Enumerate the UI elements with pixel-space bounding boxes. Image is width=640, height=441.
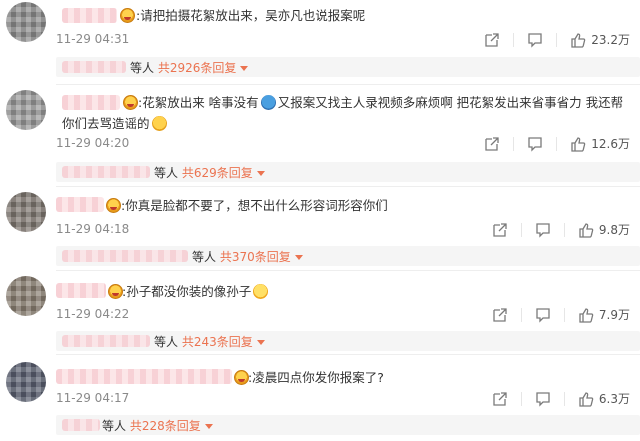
reply-text: 等人 共243条回复 — [154, 333, 265, 350]
divider — [56, 186, 640, 187]
share-icon[interactable] — [492, 222, 508, 238]
chevron-down-icon — [204, 424, 213, 429]
divider — [556, 136, 558, 151]
thumbs-up-icon — [571, 32, 586, 48]
reply-users-blurred — [62, 250, 188, 262]
avatar[interactable] — [6, 2, 46, 42]
share-icon[interactable] — [492, 391, 508, 407]
emoji-icon — [151, 116, 167, 131]
comment-text: :凌晨四点你发你报案了? — [248, 370, 384, 385]
comment-icon[interactable] — [535, 222, 551, 238]
reply-count-link[interactable]: 共2926条回复 — [158, 61, 237, 75]
comment-text: :花絮放出来 啥事没有 又报案又找主人录视频多麻烦啊 把花絮发出来省事省力 我还帮… — [62, 95, 624, 131]
like-count: 6.3万 — [598, 392, 630, 406]
comment-text: :请把拍摄花絮放出来，吴亦凡也说报案呢 — [136, 8, 366, 23]
reply-users-blurred — [62, 419, 100, 431]
like-count: 9.8万 — [598, 223, 630, 237]
divider — [563, 222, 565, 237]
thumbs-up-icon — [579, 307, 594, 323]
like-button[interactable]: 23.2万 — [570, 31, 630, 48]
vip-badge-icon — [108, 284, 123, 299]
vip-badge-icon — [234, 370, 249, 385]
thumbs-up-icon — [579, 222, 594, 238]
divider — [520, 307, 522, 322]
like-button[interactable]: 12.6万 — [570, 135, 630, 152]
username-blurred[interactable] — [56, 197, 104, 212]
like-count: 23.2万 — [591, 33, 630, 47]
reply-summary[interactable]: 等人 共243条回复 — [56, 331, 640, 351]
avatar[interactable] — [6, 362, 46, 402]
like-button[interactable]: 7.9万 — [578, 306, 630, 323]
reply-summary[interactable]: 等人 共228条回复 — [56, 415, 640, 435]
comment-time: 11-29 04:18 — [56, 222, 130, 236]
like-count: 7.9万 — [598, 308, 630, 322]
comment-actions: 7.9万 — [492, 306, 630, 323]
reply-summary[interactable]: 等人 共370条回复 — [56, 246, 640, 266]
comment-time: 11-29 04:20 — [56, 136, 130, 150]
thumbs-up-icon — [571, 136, 586, 152]
reply-count-link[interactable]: 共243条回复 — [182, 335, 253, 349]
divider — [556, 32, 558, 47]
reply-count-link[interactable]: 共629条回复 — [182, 166, 253, 180]
divider — [563, 391, 565, 406]
share-icon[interactable] — [484, 32, 500, 48]
reply-users-blurred — [62, 61, 126, 73]
like-button[interactable]: 9.8万 — [578, 221, 630, 238]
reply-count-link[interactable]: 共370条回复 — [220, 250, 291, 264]
divider — [513, 32, 515, 47]
comment-text: :你真是脸都不要了，想不出什么形容词形容你们 — [121, 198, 388, 213]
emoji-icon — [260, 95, 276, 110]
comment-actions: 9.8万 — [492, 221, 630, 238]
chevron-down-icon — [256, 171, 265, 176]
reply-users-blurred — [62, 166, 150, 178]
chevron-down-icon — [256, 340, 265, 345]
thumbs-up-icon — [579, 391, 594, 407]
comment-icon[interactable] — [527, 32, 543, 48]
reply-text: 等人 共228条回复 — [102, 417, 213, 434]
like-count: 12.6万 — [591, 137, 630, 151]
divider — [513, 136, 515, 151]
comment-actions: 6.3万 — [492, 390, 630, 407]
avatar[interactable] — [6, 90, 46, 130]
comment-icon[interactable] — [527, 136, 543, 152]
share-icon[interactable] — [492, 307, 508, 323]
divider — [520, 222, 522, 237]
avatar[interactable] — [6, 276, 46, 316]
comment-actions: 23.2万 — [484, 31, 630, 48]
divider — [563, 307, 565, 322]
reply-text: 等人 共370条回复 — [192, 248, 303, 265]
vip-badge-icon — [106, 198, 121, 213]
like-button[interactable]: 6.3万 — [578, 390, 630, 407]
comment-time: 11-29 04:17 — [56, 391, 130, 405]
chevron-down-icon — [240, 66, 249, 71]
comment-time: 11-29 04:31 — [56, 32, 130, 46]
username-blurred[interactable] — [56, 283, 106, 298]
comment-text: :孙子都没你装的像孙子 — [122, 281, 622, 302]
comment-icon[interactable] — [535, 307, 551, 323]
comment-actions: 12.6万 — [484, 135, 630, 152]
emoji-icon — [253, 284, 269, 299]
reply-summary[interactable]: 等人 共629条回复 — [56, 162, 640, 182]
divider — [56, 270, 640, 271]
comment-icon[interactable] — [535, 391, 551, 407]
divider — [56, 84, 640, 85]
reply-users-blurred — [62, 335, 150, 347]
reply-count-link[interactable]: 共228条回复 — [130, 419, 201, 433]
reply-summary[interactable]: 等人 共2926条回复 — [56, 57, 640, 77]
username-blurred[interactable] — [56, 369, 232, 384]
share-icon[interactable] — [484, 136, 500, 152]
divider — [56, 354, 640, 355]
avatar[interactable] — [6, 192, 46, 232]
divider — [520, 391, 522, 406]
comment-time: 11-29 04:22 — [56, 307, 130, 321]
reply-text: 等人 共2926条回复 — [130, 59, 249, 76]
reply-text: 等人 共629条回复 — [154, 164, 265, 181]
vip-badge-icon — [120, 8, 135, 23]
username-blurred[interactable] — [62, 8, 117, 23]
chevron-down-icon — [294, 255, 303, 260]
